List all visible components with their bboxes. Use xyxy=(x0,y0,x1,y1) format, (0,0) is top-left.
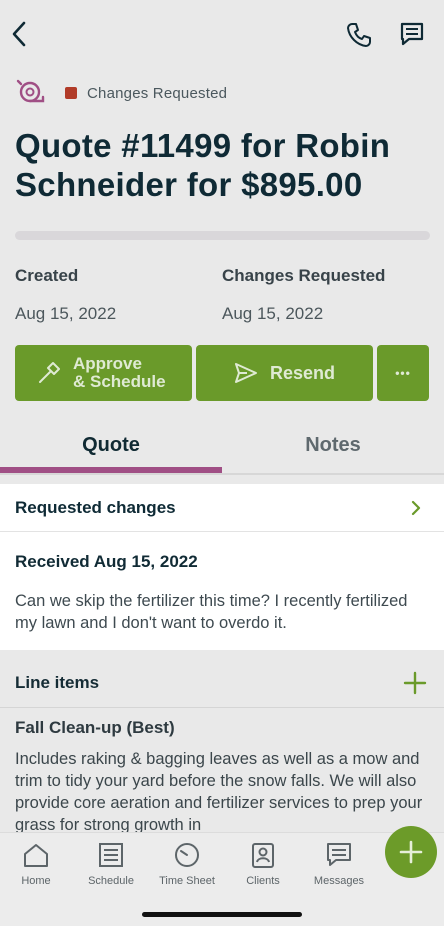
resend-button[interactable]: Resend xyxy=(196,345,373,401)
chevron-right-icon xyxy=(411,500,421,516)
changes-requested-label: Changes Requested xyxy=(222,266,386,285)
send-icon xyxy=(234,363,257,383)
nav-schedule[interactable]: Schedule xyxy=(73,841,149,887)
nav-timesheet-label: Time Sheet xyxy=(159,875,215,887)
back-button[interactable] xyxy=(6,18,32,50)
received-date: Received Aug 15, 2022 xyxy=(15,552,198,571)
tab-notes[interactable]: Notes xyxy=(222,423,444,469)
nav-home[interactable]: Home xyxy=(0,841,74,887)
nav-clients-label: Clients xyxy=(246,875,280,887)
message-icon xyxy=(400,22,424,46)
message-button[interactable] xyxy=(398,20,426,48)
approve-label-line2: & Schedule xyxy=(73,372,166,391)
hammer-icon xyxy=(39,362,60,383)
more-icon: ••• xyxy=(395,366,411,380)
line-items-header: Line items xyxy=(0,658,444,708)
clients-icon xyxy=(252,843,274,868)
tab-bar: Quote Notes xyxy=(0,423,444,475)
nav-messages-label: Messages xyxy=(313,875,365,887)
top-bar xyxy=(0,14,444,54)
changes-requested-info: Changes Requested Aug 15, 2022 xyxy=(222,266,385,324)
tab-quote[interactable]: Quote xyxy=(0,423,222,469)
add-line-item-icon[interactable] xyxy=(402,670,428,696)
created-label: Created xyxy=(15,266,79,285)
status-indicator xyxy=(65,87,77,99)
active-tab-indicator xyxy=(0,467,222,473)
line-item-title: Fall Clean-up (Best) xyxy=(15,718,175,737)
line-items-title: Line items xyxy=(15,673,100,692)
messages-icon xyxy=(327,843,351,866)
nav-clients[interactable]: Clients xyxy=(225,841,301,887)
client-message: Can we skip the fertilizer this time? I … xyxy=(15,592,408,632)
progress-bar xyxy=(15,231,430,240)
phone-icon xyxy=(347,23,371,47)
home-icon xyxy=(24,844,48,867)
nav-timesheet[interactable]: Time Sheet xyxy=(149,841,225,887)
approve-schedule-button[interactable]: Approve & Schedule xyxy=(15,345,192,401)
requested-changes-header: Requested changes xyxy=(15,498,176,517)
call-button[interactable] xyxy=(344,20,374,50)
create-fab-button[interactable] xyxy=(385,826,437,878)
status-label: Changes Requested xyxy=(87,84,228,102)
changes-requested-value: Aug 15, 2022 xyxy=(222,304,324,323)
page-title: Quote #11499 for Robin Schneider for $89… xyxy=(15,127,391,203)
created-info: Created Aug 15, 2022 xyxy=(15,266,116,324)
nav-schedule-label: Schedule xyxy=(88,875,134,887)
status-row: Changes Requested xyxy=(15,78,227,108)
resend-label: Resend xyxy=(269,362,336,383)
schedule-icon xyxy=(99,843,123,867)
created-value: Aug 15, 2022 xyxy=(15,304,117,323)
nav-messages[interactable]: Messages xyxy=(301,841,377,887)
timesheet-icon xyxy=(175,843,199,867)
requested-changes-card: Requested changes Received Aug 15, 2022 … xyxy=(0,484,444,650)
approve-label-line1: Approve xyxy=(73,354,142,373)
home-indicator xyxy=(142,912,302,917)
plus-icon xyxy=(399,840,423,864)
line-item-description: Includes raking & bagging leaves as well… xyxy=(15,750,423,834)
chevron-left-icon xyxy=(12,21,26,47)
requested-changes-row[interactable]: Requested changes xyxy=(0,484,444,532)
quote-icon xyxy=(16,79,45,103)
quote-screen: Changes Requested Quote #11499 for Robin… xyxy=(0,0,444,926)
more-actions-button[interactable]: ••• xyxy=(377,345,429,401)
nav-home-label: Home xyxy=(21,875,51,887)
